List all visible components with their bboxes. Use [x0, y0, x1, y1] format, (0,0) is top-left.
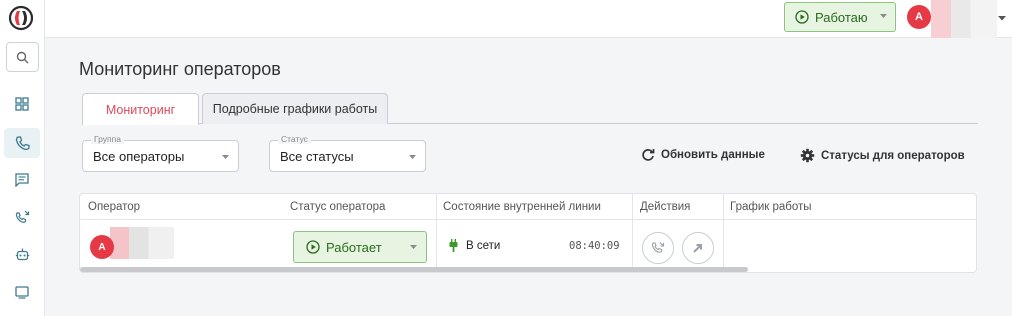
search-button[interactable] — [6, 42, 39, 72]
operator-status-label: Работает — [326, 239, 382, 255]
operator-name-redacted — [110, 227, 174, 259]
transfer-call-button[interactable] — [642, 232, 674, 264]
transfer-call-icon — [651, 242, 665, 253]
column-divider — [436, 194, 437, 272]
chevron-down-icon — [880, 14, 887, 18]
play-circle-icon — [306, 240, 320, 254]
refresh-data-label: Обновить данные — [661, 149, 765, 161]
refresh-data-button[interactable]: Обновить данные — [641, 148, 765, 162]
logo-icon[interactable] — [8, 5, 34, 31]
dashboard-icon — [15, 97, 29, 111]
column-actions: Действия — [640, 201, 691, 213]
operator-status-select[interactable]: Работает — [293, 231, 427, 263]
phone-nav[interactable] — [4, 128, 40, 158]
play-circle-icon — [795, 10, 809, 24]
status-select[interactable]: Статус Все статусы — [269, 134, 426, 172]
chevron-down-icon — [409, 155, 416, 159]
user-name-redacted — [931, 0, 997, 38]
work-status-label: Работаю — [815, 9, 868, 25]
group-select-value: Все операторы — [93, 149, 185, 164]
plug-icon — [449, 239, 458, 252]
dashboard-nav[interactable] — [4, 89, 40, 119]
column-line-state: Состояние внутренней линии — [443, 201, 601, 213]
horizontal-scrollbar[interactable] — [80, 267, 748, 272]
message-nav[interactable] — [4, 277, 40, 307]
operator-avatar: А — [90, 235, 114, 259]
column-operator: Оператор — [88, 201, 141, 213]
callback-icon — [15, 210, 29, 223]
table-header: Оператор Статус оператора Состояние внут… — [80, 194, 976, 220]
tab-detailed-schedules[interactable]: Подробные графики работы — [202, 93, 388, 124]
user-avatar[interactable]: А — [907, 5, 931, 29]
bot-nav[interactable] — [4, 239, 40, 269]
column-schedule: График работы — [730, 201, 812, 213]
column-divider — [632, 194, 633, 272]
redirect-icon — [693, 244, 702, 253]
chat-icon — [15, 173, 29, 187]
bot-icon — [15, 248, 29, 260]
refresh-icon — [642, 149, 655, 161]
line-state-timer: 08:40:09 — [569, 240, 620, 252]
status-select-value: Все статусы — [280, 149, 354, 164]
user-menu-chevron-icon[interactable] — [998, 16, 1006, 21]
group-select-legend: Группа — [91, 134, 124, 144]
column-operator-status: Статус оператора — [290, 201, 386, 213]
callback-nav[interactable] — [4, 202, 40, 232]
redirect-button[interactable] — [682, 232, 714, 264]
status-select-legend: Статус — [278, 134, 311, 144]
search-icon — [16, 51, 29, 63]
chevron-down-icon — [410, 245, 417, 249]
gear-icon — [800, 148, 815, 163]
top-bar: Работаю А — [45, 0, 1012, 38]
group-select[interactable]: Группа Все операторы — [82, 134, 239, 172]
chat-nav[interactable] — [4, 165, 40, 195]
column-divider — [723, 194, 724, 272]
left-sidebar — [0, 0, 45, 316]
line-state: В сети — [449, 239, 500, 252]
message-icon — [15, 286, 29, 299]
page-title: Мониторинг операторов — [79, 59, 281, 79]
phone-icon — [15, 135, 30, 150]
tab-monitoring[interactable]: Мониторинг — [82, 93, 199, 125]
operator-statuses-label: Статусы для операторов — [821, 149, 965, 162]
line-state-label: В сети — [466, 239, 501, 252]
operators-table: Оператор Статус оператора Состояние внут… — [79, 193, 977, 273]
operator-statuses-button[interactable]: Статусы для операторов — [800, 148, 965, 163]
work-status-button[interactable]: Работаю — [784, 2, 896, 32]
chevron-down-icon — [222, 155, 229, 159]
